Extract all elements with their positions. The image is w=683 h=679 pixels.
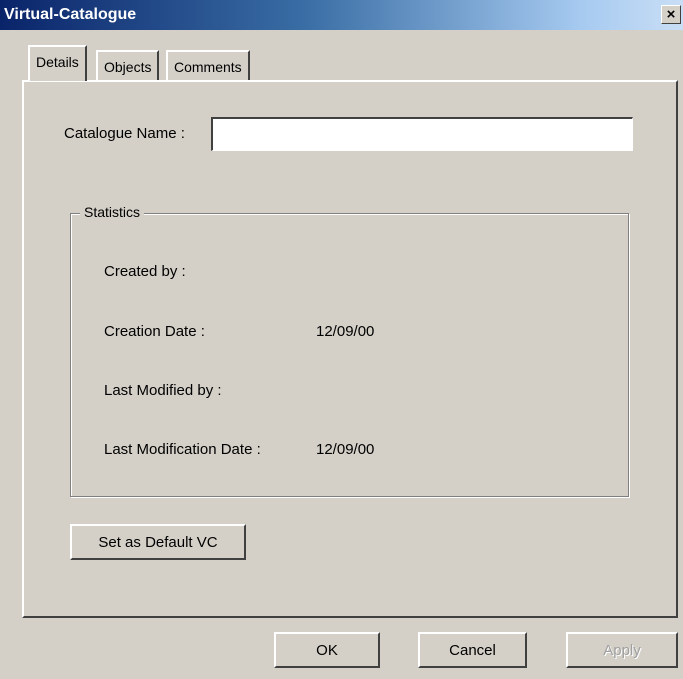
tab-comments[interactable]: Comments	[166, 50, 250, 80]
catalogue-name-input[interactable]	[211, 117, 633, 151]
creation-date-label: Creation Date :	[104, 323, 205, 340]
created-by-label: Created by :	[104, 263, 186, 280]
last-modification-date-value: 12/09/00	[316, 441, 375, 458]
close-icon[interactable]: ×	[661, 5, 681, 24]
window-title: Virtual-Catalogue	[4, 6, 137, 23]
tab-details[interactable]: Details	[28, 45, 87, 81]
set-as-default-vc-button[interactable]: Set as Default VC	[70, 524, 246, 560]
tab-details-label: Details	[36, 54, 79, 70]
tab-objects-label: Objects	[104, 59, 152, 75]
catalogue-name-label: Catalogue Name :	[64, 125, 185, 142]
set-as-default-vc-label: Set as Default VC	[98, 533, 218, 551]
creation-date-value: 12/09/00	[316, 323, 375, 340]
apply-label: Apply	[603, 641, 641, 659]
cancel-button[interactable]: Cancel	[418, 632, 527, 668]
statistics-legend: Statistics	[80, 204, 145, 220]
dialog-window: Virtual-Catalogue × Details Objects Comm…	[0, 0, 683, 679]
last-modified-by-label: Last Modified by :	[104, 382, 222, 399]
last-modification-date-label: Last Modification Date :	[104, 441, 261, 458]
title-bar[interactable]: Virtual-Catalogue ×	[0, 0, 683, 30]
apply-button[interactable]: Apply	[566, 632, 678, 668]
tab-objects[interactable]: Objects	[96, 50, 160, 80]
tab-comments-label: Comments	[174, 59, 242, 75]
ok-button[interactable]: OK	[274, 632, 380, 668]
ok-label: OK	[316, 641, 338, 659]
cancel-label: Cancel	[449, 641, 496, 659]
